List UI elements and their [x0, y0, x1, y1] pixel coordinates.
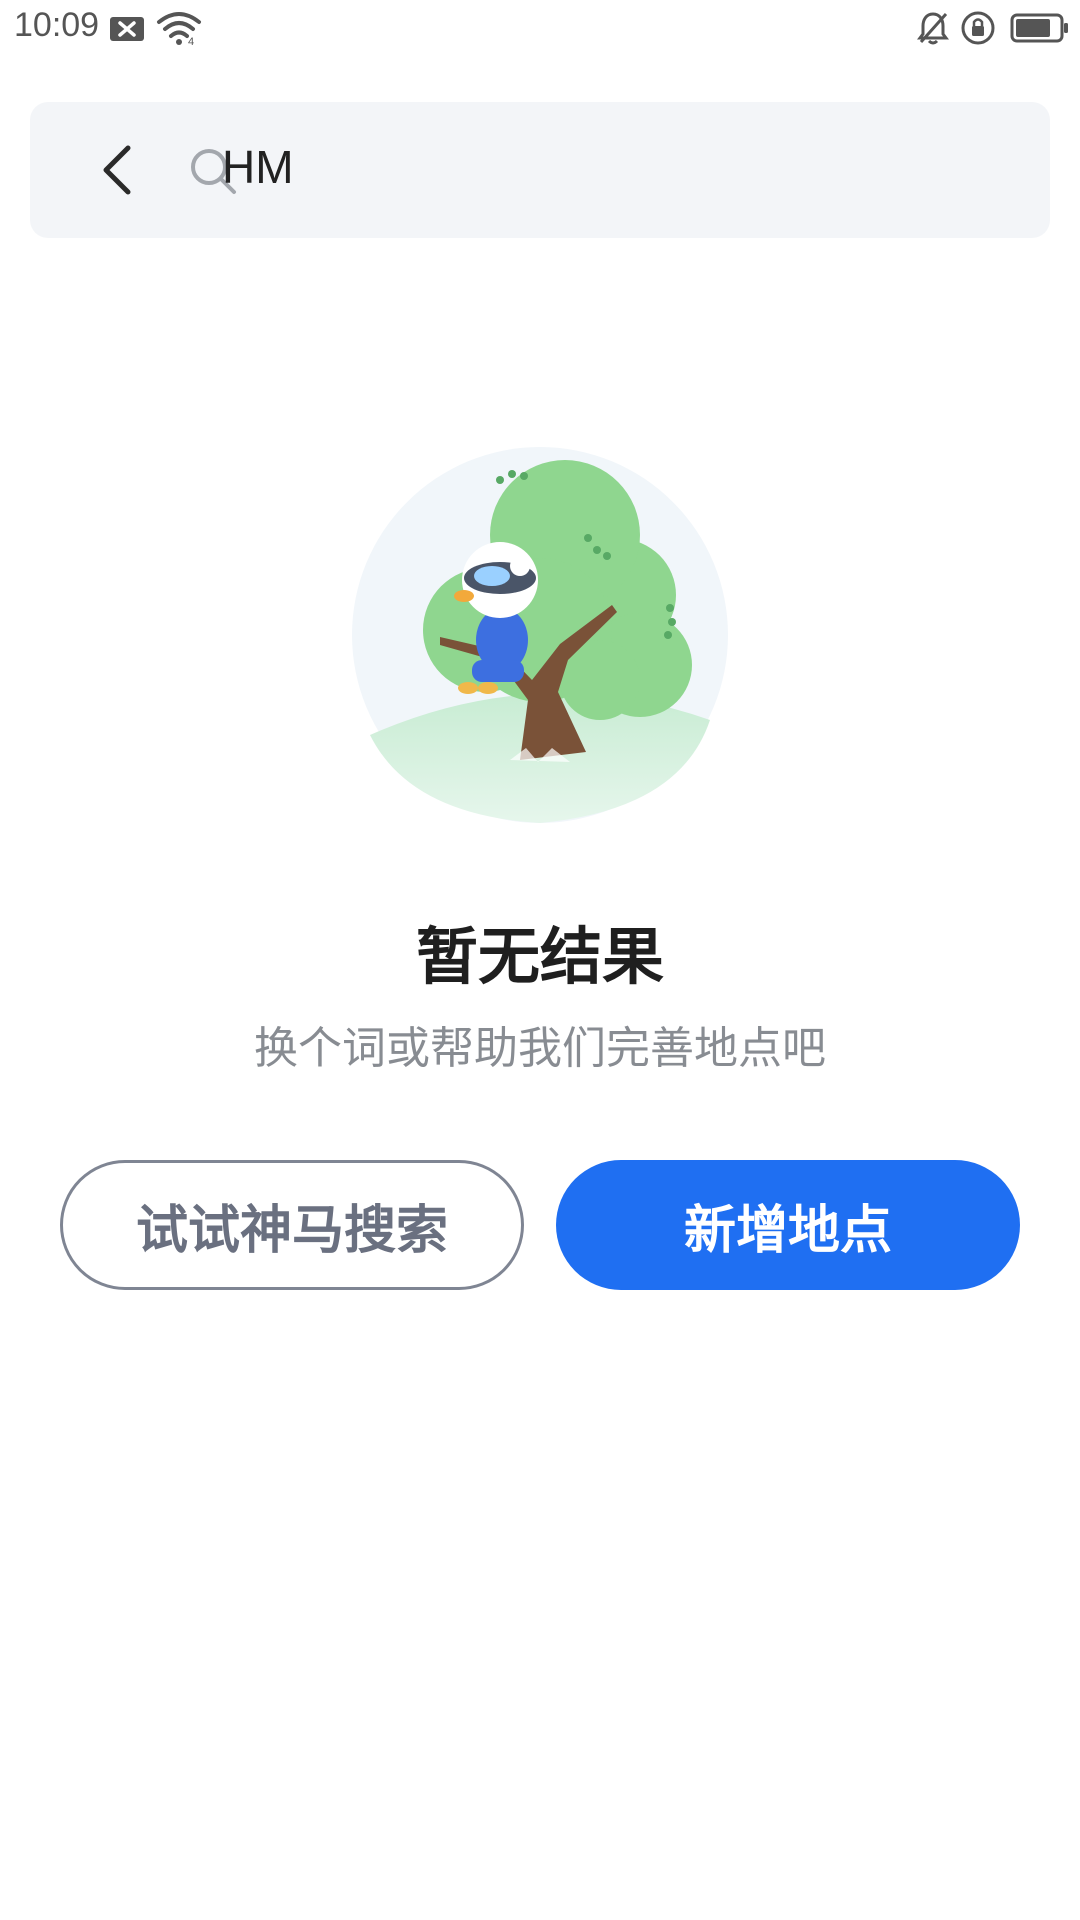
battery-icon	[1010, 13, 1068, 43]
empty-state-subtitle: 换个词或帮助我们完善地点吧	[254, 1023, 826, 1074]
search-bar: HM	[30, 102, 1050, 238]
rotation-lock-icon	[961, 11, 995, 45]
search-input[interactable]: HM	[222, 140, 294, 194]
svg-text:4: 4	[188, 36, 194, 46]
notification-close-icon	[110, 17, 144, 41]
empty-state-illustration	[352, 447, 728, 823]
wifi-icon: 4	[157, 12, 201, 46]
back-arrow-icon[interactable]	[82, 132, 158, 208]
empty-state-title: 暂无结果	[415, 920, 664, 993]
add-place-button[interactable]: 新增地点	[556, 1160, 1020, 1290]
status-bar: 10:09 4	[0, 0, 1080, 60]
status-time: 10:09	[14, 6, 100, 44]
try-shenma-search-button[interactable]: 试试神马搜索	[60, 1160, 524, 1290]
mute-bell-icon	[917, 12, 949, 45]
